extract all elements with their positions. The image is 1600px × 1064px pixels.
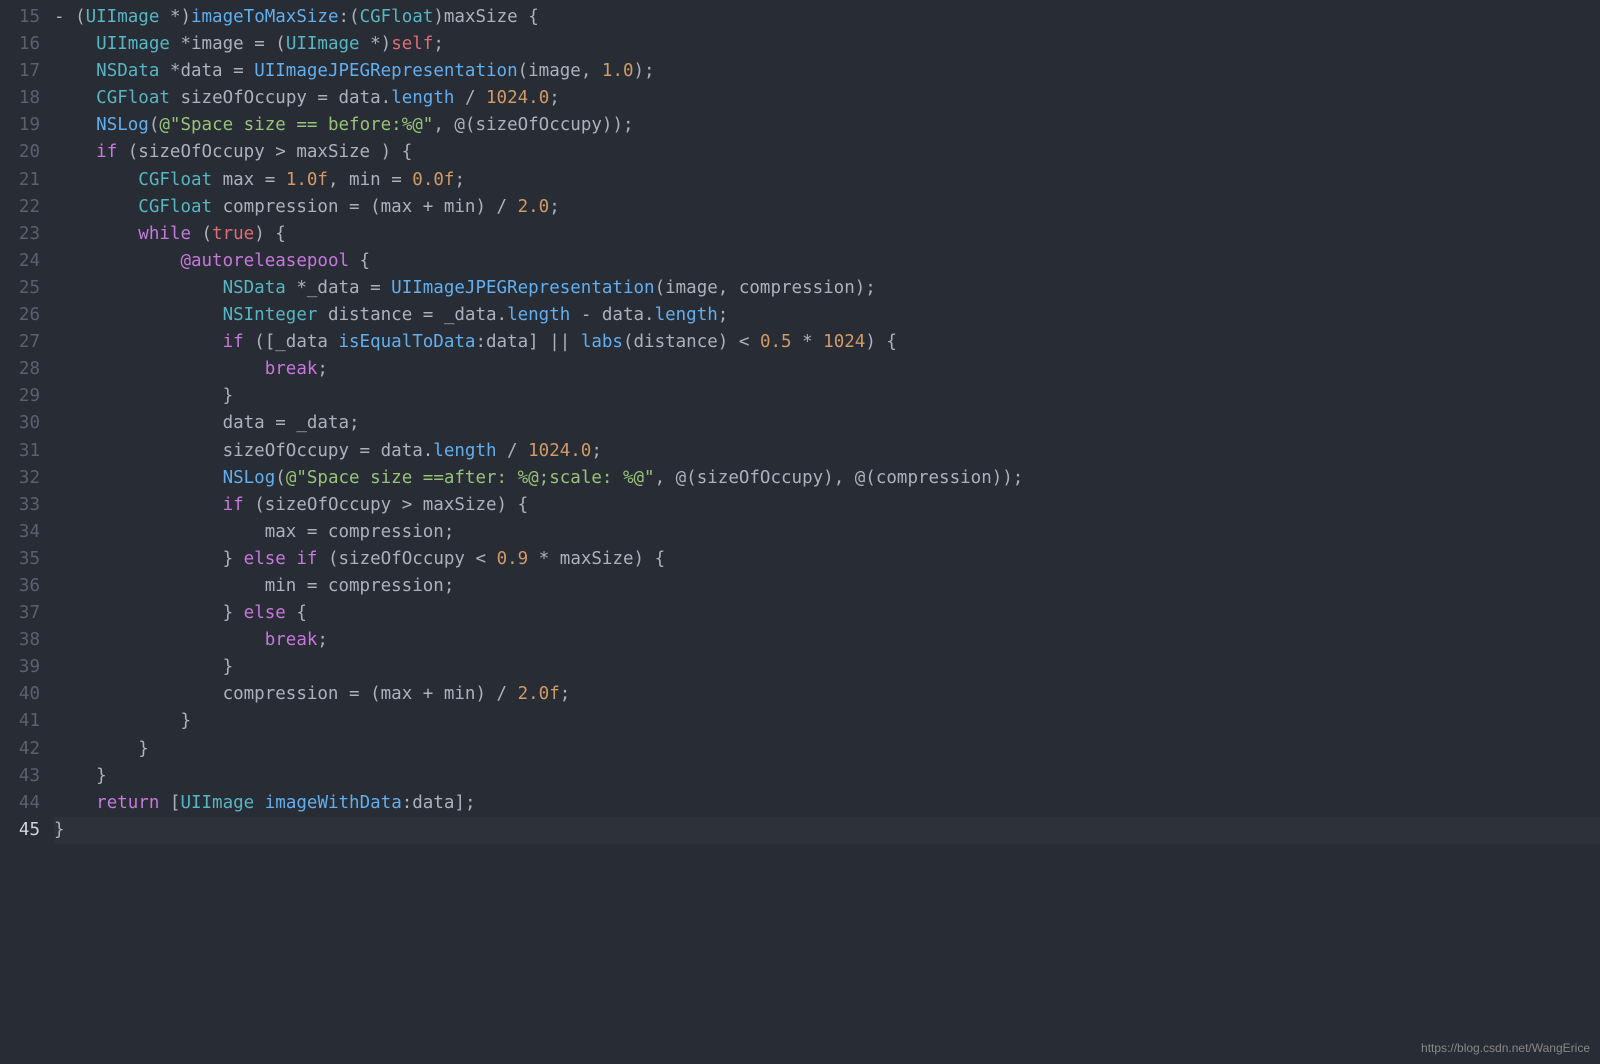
code-line[interactable]: - (UIImage *)imageToMaxSize:(CGFloat)max… (54, 4, 1600, 31)
code-line[interactable]: while (true) { (54, 221, 1600, 248)
line-number: 25 (0, 275, 40, 302)
line-number: 21 (0, 167, 40, 194)
code-line[interactable]: CGFloat max = 1.0f, min = 0.0f; (54, 167, 1600, 194)
line-number: 20 (0, 139, 40, 166)
line-number-gutter: 1516171819202122232425262728293031323334… (0, 4, 54, 844)
line-number: 33 (0, 492, 40, 519)
code-line[interactable]: if (sizeOfOccupy > maxSize ) { (54, 139, 1600, 166)
code-line[interactable]: NSLog(@"Space size ==after: %@;scale: %@… (54, 465, 1600, 492)
line-number: 45 (0, 817, 40, 844)
code-line[interactable]: CGFloat sizeOfOccupy = data.length / 102… (54, 85, 1600, 112)
line-number: 42 (0, 736, 40, 763)
code-line[interactable]: NSData *_data = UIImageJPEGRepresentatio… (54, 275, 1600, 302)
line-number: 18 (0, 85, 40, 112)
line-number: 43 (0, 763, 40, 790)
code-line[interactable]: } else { (54, 600, 1600, 627)
line-number: 34 (0, 519, 40, 546)
code-line[interactable]: if ([_data isEqualToData:data] || labs(d… (54, 329, 1600, 356)
code-line[interactable]: } (54, 383, 1600, 410)
code-line[interactable]: NSLog(@"Space size == before:%@", @(size… (54, 112, 1600, 139)
code-editor[interactable]: 1516171819202122232425262728293031323334… (0, 0, 1600, 844)
code-line[interactable]: compression = (max + min) / 2.0f; (54, 681, 1600, 708)
code-line[interactable]: sizeOfOccupy = data.length / 1024.0; (54, 438, 1600, 465)
line-number: 19 (0, 112, 40, 139)
code-area[interactable]: - (UIImage *)imageToMaxSize:(CGFloat)max… (54, 4, 1600, 844)
code-line[interactable]: CGFloat compression = (max + min) / 2.0; (54, 194, 1600, 221)
line-number: 28 (0, 356, 40, 383)
code-line[interactable]: break; (54, 627, 1600, 654)
line-number: 26 (0, 302, 40, 329)
line-number: 23 (0, 221, 40, 248)
code-line[interactable]: data = _data; (54, 410, 1600, 437)
code-line[interactable]: } (54, 736, 1600, 763)
code-line[interactable]: } (54, 763, 1600, 790)
line-number: 40 (0, 681, 40, 708)
line-number: 41 (0, 708, 40, 735)
code-line[interactable]: break; (54, 356, 1600, 383)
line-number: 17 (0, 58, 40, 85)
watermark-text: https://blog.csdn.net/WangErice (1421, 1039, 1590, 1058)
code-line[interactable]: if (sizeOfOccupy > maxSize) { (54, 492, 1600, 519)
line-number: 27 (0, 329, 40, 356)
line-number: 36 (0, 573, 40, 600)
line-number: 24 (0, 248, 40, 275)
code-line[interactable]: min = compression; (54, 573, 1600, 600)
code-line[interactable]: UIImage *image = (UIImage *)self; (54, 31, 1600, 58)
line-number: 22 (0, 194, 40, 221)
line-number: 39 (0, 654, 40, 681)
code-line[interactable]: } (54, 708, 1600, 735)
line-number: 31 (0, 438, 40, 465)
code-line[interactable]: } else if (sizeOfOccupy < 0.9 * maxSize)… (54, 546, 1600, 573)
code-line[interactable]: } (54, 817, 1600, 844)
line-number: 32 (0, 465, 40, 492)
line-number: 16 (0, 31, 40, 58)
line-number: 35 (0, 546, 40, 573)
code-line[interactable]: NSData *data = UIImageJPEGRepresentation… (54, 58, 1600, 85)
code-line[interactable]: return [UIImage imageWithData:data]; (54, 790, 1600, 817)
code-line[interactable]: max = compression; (54, 519, 1600, 546)
line-number: 29 (0, 383, 40, 410)
code-line[interactable]: } (54, 654, 1600, 681)
code-line[interactable]: @autoreleasepool { (54, 248, 1600, 275)
line-number: 15 (0, 4, 40, 31)
code-line[interactable]: NSInteger distance = _data.length - data… (54, 302, 1600, 329)
line-number: 44 (0, 790, 40, 817)
line-number: 38 (0, 627, 40, 654)
line-number: 37 (0, 600, 40, 627)
line-number: 30 (0, 410, 40, 437)
